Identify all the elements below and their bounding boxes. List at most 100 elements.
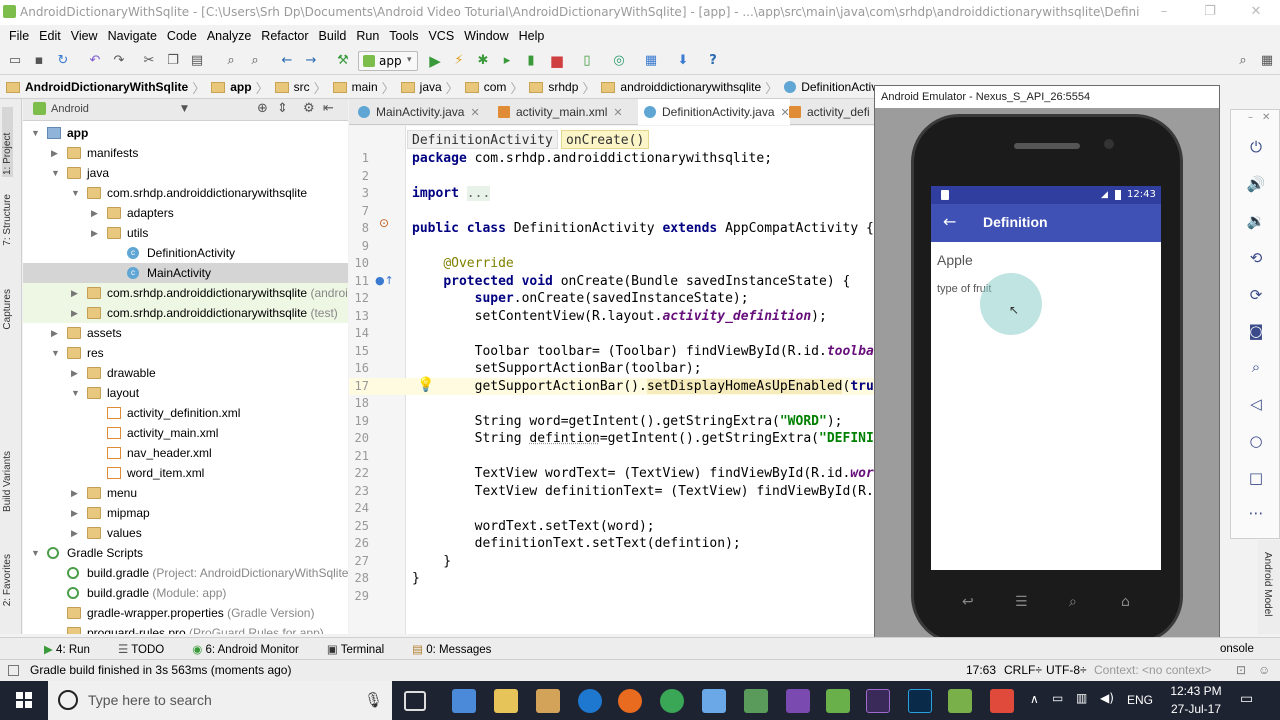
find-icon[interactable]: ⌕ <box>222 52 240 70</box>
taskbar-date[interactable]: 27-Jul-17 <box>1166 702 1226 716</box>
save-icon[interactable]: ▪ <box>30 52 48 70</box>
collapsed-arrow-icon[interactable]: ▶ <box>51 323 58 343</box>
code-line[interactable]: super.onCreate(savedInstanceState); <box>412 290 749 308</box>
screenshot-icon[interactable]: ◙ <box>1245 320 1267 342</box>
taskbar-time[interactable]: 12:43 PM <box>1166 684 1226 698</box>
tree-node[interactable]: ▼ layout <box>23 383 348 403</box>
code-line[interactable]: Toolbar toolbar= (Toolbar) findViewById(… <box>412 343 874 361</box>
undo-icon[interactable]: ↶ <box>86 52 104 70</box>
sync-icon[interactable]: ↻ <box>54 52 72 70</box>
hide-panel-icon[interactable]: ⇤ <box>323 101 334 116</box>
code-line[interactable]: setContentView(R.layout.activity_definit… <box>412 308 827 326</box>
tree-node[interactable]: ▶ assets <box>23 323 348 343</box>
tool-windows-icon[interactable] <box>8 665 19 676</box>
tab-captures[interactable]: Captures <box>2 289 13 330</box>
code-line[interactable]: @Override <box>412 255 513 273</box>
search-everywhere-icon[interactable]: ⌕ <box>1234 52 1252 70</box>
code-line[interactable]: setSupportActionBar(toolbar); <box>412 360 702 378</box>
menu-item-tools[interactable]: Tools <box>384 29 423 43</box>
photoshop-icon[interactable] <box>908 689 932 713</box>
tree-node[interactable]: ▶ com.srhdp.androiddictionarywithsqlite (… <box>23 303 348 323</box>
gear-icon[interactable]: ⚙ <box>303 101 315 116</box>
code-line[interactable]: } <box>412 570 420 588</box>
camtasia-icon[interactable] <box>990 689 1014 713</box>
tree-node[interactable]: ▼ res <box>23 343 348 363</box>
menu-key-icon[interactable]: ☰ <box>1015 594 1028 610</box>
back-arrow-icon[interactable]: ← <box>943 212 956 231</box>
breadcrumb-item[interactable]: main <box>327 80 382 94</box>
collapsed-arrow-icon[interactable]: ▶ <box>71 283 78 303</box>
emulator-taskbar-icon[interactable] <box>948 689 972 713</box>
tree-node[interactable]: ▶ values <box>23 523 348 543</box>
stop-icon[interactable]: ■ <box>548 52 566 70</box>
back-nav-icon[interactable]: ◁ <box>1245 393 1267 415</box>
editor-tab[interactable]: MainActivity.java ✕ <box>352 99 480 125</box>
collapsed-arrow-icon[interactable]: ▶ <box>91 203 98 223</box>
run-icon[interactable]: ▶ <box>426 52 444 70</box>
tree-node[interactable]: ▼ app <box>23 123 348 143</box>
zoom-icon[interactable]: ⌕ <box>1245 356 1267 378</box>
lock-icon[interactable]: ⊡ <box>1236 660 1246 681</box>
code-line[interactable]: TextView definitionText= (TextView) find… <box>412 483 874 501</box>
taskbar-search[interactable]: Type here to search 🎙 <box>48 681 392 720</box>
close-tab-icon[interactable]: ✕ <box>470 107 479 119</box>
firefox-icon[interactable] <box>618 689 642 713</box>
menu-item-window[interactable]: Window <box>459 29 513 43</box>
code-line[interactable]: definitionText.setText(defintion); <box>412 535 741 553</box>
caret-position[interactable]: 17:63 <box>966 660 996 681</box>
emu-close-icon[interactable]: ✕ <box>1262 112 1270 123</box>
phpstorm-icon[interactable] <box>866 689 890 713</box>
rotate-right-icon[interactable]: ⟳ <box>1245 284 1267 306</box>
collapsed-arrow-icon[interactable]: ▶ <box>91 223 98 243</box>
tree-node[interactable]: word_item.xml <box>23 463 348 483</box>
maximize-icon[interactable]: ❐ <box>1187 0 1233 25</box>
file-encoding[interactable]: UTF-8÷ <box>1046 660 1087 681</box>
editor-tab[interactable]: DefinitionActivity.java ✕ <box>638 99 790 125</box>
tree-node[interactable]: ▼ java <box>23 163 348 183</box>
collapsed-arrow-icon[interactable]: ▶ <box>71 503 78 523</box>
layout-icon[interactable]: ▦ <box>1258 52 1276 70</box>
virtualbox-icon[interactable] <box>702 689 726 713</box>
menu-item-code[interactable]: Code <box>162 29 202 43</box>
cut-icon[interactable]: ✂ <box>140 52 158 70</box>
collapsed-arrow-icon[interactable]: ▶ <box>71 363 78 383</box>
language-indicator[interactable]: ENG <box>1127 693 1153 707</box>
tree-node[interactable]: ▶ mipmap <box>23 503 348 523</box>
tray-keyboard-icon[interactable]: ▭ <box>1052 691 1063 705</box>
tree-node[interactable]: activity_main.xml <box>23 423 348 443</box>
project-view-mode[interactable]: Android <box>51 103 89 115</box>
back-key-icon[interactable]: ↩ <box>962 594 974 610</box>
menu-item-vcs[interactable]: VCS <box>423 29 459 43</box>
debug-icon[interactable]: ✱ <box>474 52 492 70</box>
expanded-arrow-icon[interactable]: ▼ <box>31 543 40 563</box>
chevron-down-icon[interactable]: ▼ <box>181 104 188 114</box>
tree-node[interactable]: c DefinitionActivity <box>23 243 348 263</box>
menu-item-help[interactable]: Help <box>514 29 550 43</box>
tree-node[interactable]: ▼ Gradle Scripts <box>23 543 348 563</box>
sdk-manager-icon[interactable]: ⬇ <box>674 52 692 70</box>
volume-down-icon[interactable]: 🔉 <box>1245 210 1267 232</box>
close-tab-icon[interactable]: ✕ <box>613 107 622 119</box>
edge-icon[interactable] <box>578 689 602 713</box>
app-icon[interactable] <box>826 689 850 713</box>
phone-screen[interactable]: ◢ 12:43 ← Definition Apple type of fruit… <box>931 186 1161 570</box>
code-line[interactable]: protected void onCreate(Bundle savedInst… <box>412 273 850 291</box>
code-line[interactable]: TextView wordText= (TextView) findViewBy… <box>412 465 874 483</box>
task-view-icon[interactable] <box>404 691 426 711</box>
tab-build-variants[interactable]: Build Variants <box>2 451 13 512</box>
file-explorer-icon[interactable] <box>494 689 518 713</box>
code-editor[interactable]: DefinitionActivity onCreate() ⊙ ●↑ 💡 1 pa… <box>349 126 874 634</box>
help-icon[interactable]: ? <box>704 52 722 70</box>
tab-project[interactable]: 1: Project <box>2 107 13 177</box>
tree-node[interactable]: ▶ utils <box>23 223 348 243</box>
rotate-left-icon[interactable]: ⟲ <box>1245 247 1267 269</box>
tree-node[interactable]: ▼ com.srhdp.androiddictionarywithsqlite <box>23 183 348 203</box>
tree-node[interactable]: build.gradle (Module: app) <box>23 583 348 603</box>
power-icon[interactable]: ⏻ <box>1245 136 1267 158</box>
volume-up-icon[interactable]: 🔊 <box>1245 173 1267 195</box>
method-bar-method[interactable]: onCreate() <box>561 130 650 149</box>
volume-icon[interactable]: ◀) <box>1100 691 1114 705</box>
breadcrumb-item[interactable]: AndroidDictionaryWithSqlite <box>0 80 192 94</box>
tree-node[interactable]: ▶ adapters <box>23 203 348 223</box>
build-hammer-icon[interactable]: ⚒ <box>334 52 352 70</box>
